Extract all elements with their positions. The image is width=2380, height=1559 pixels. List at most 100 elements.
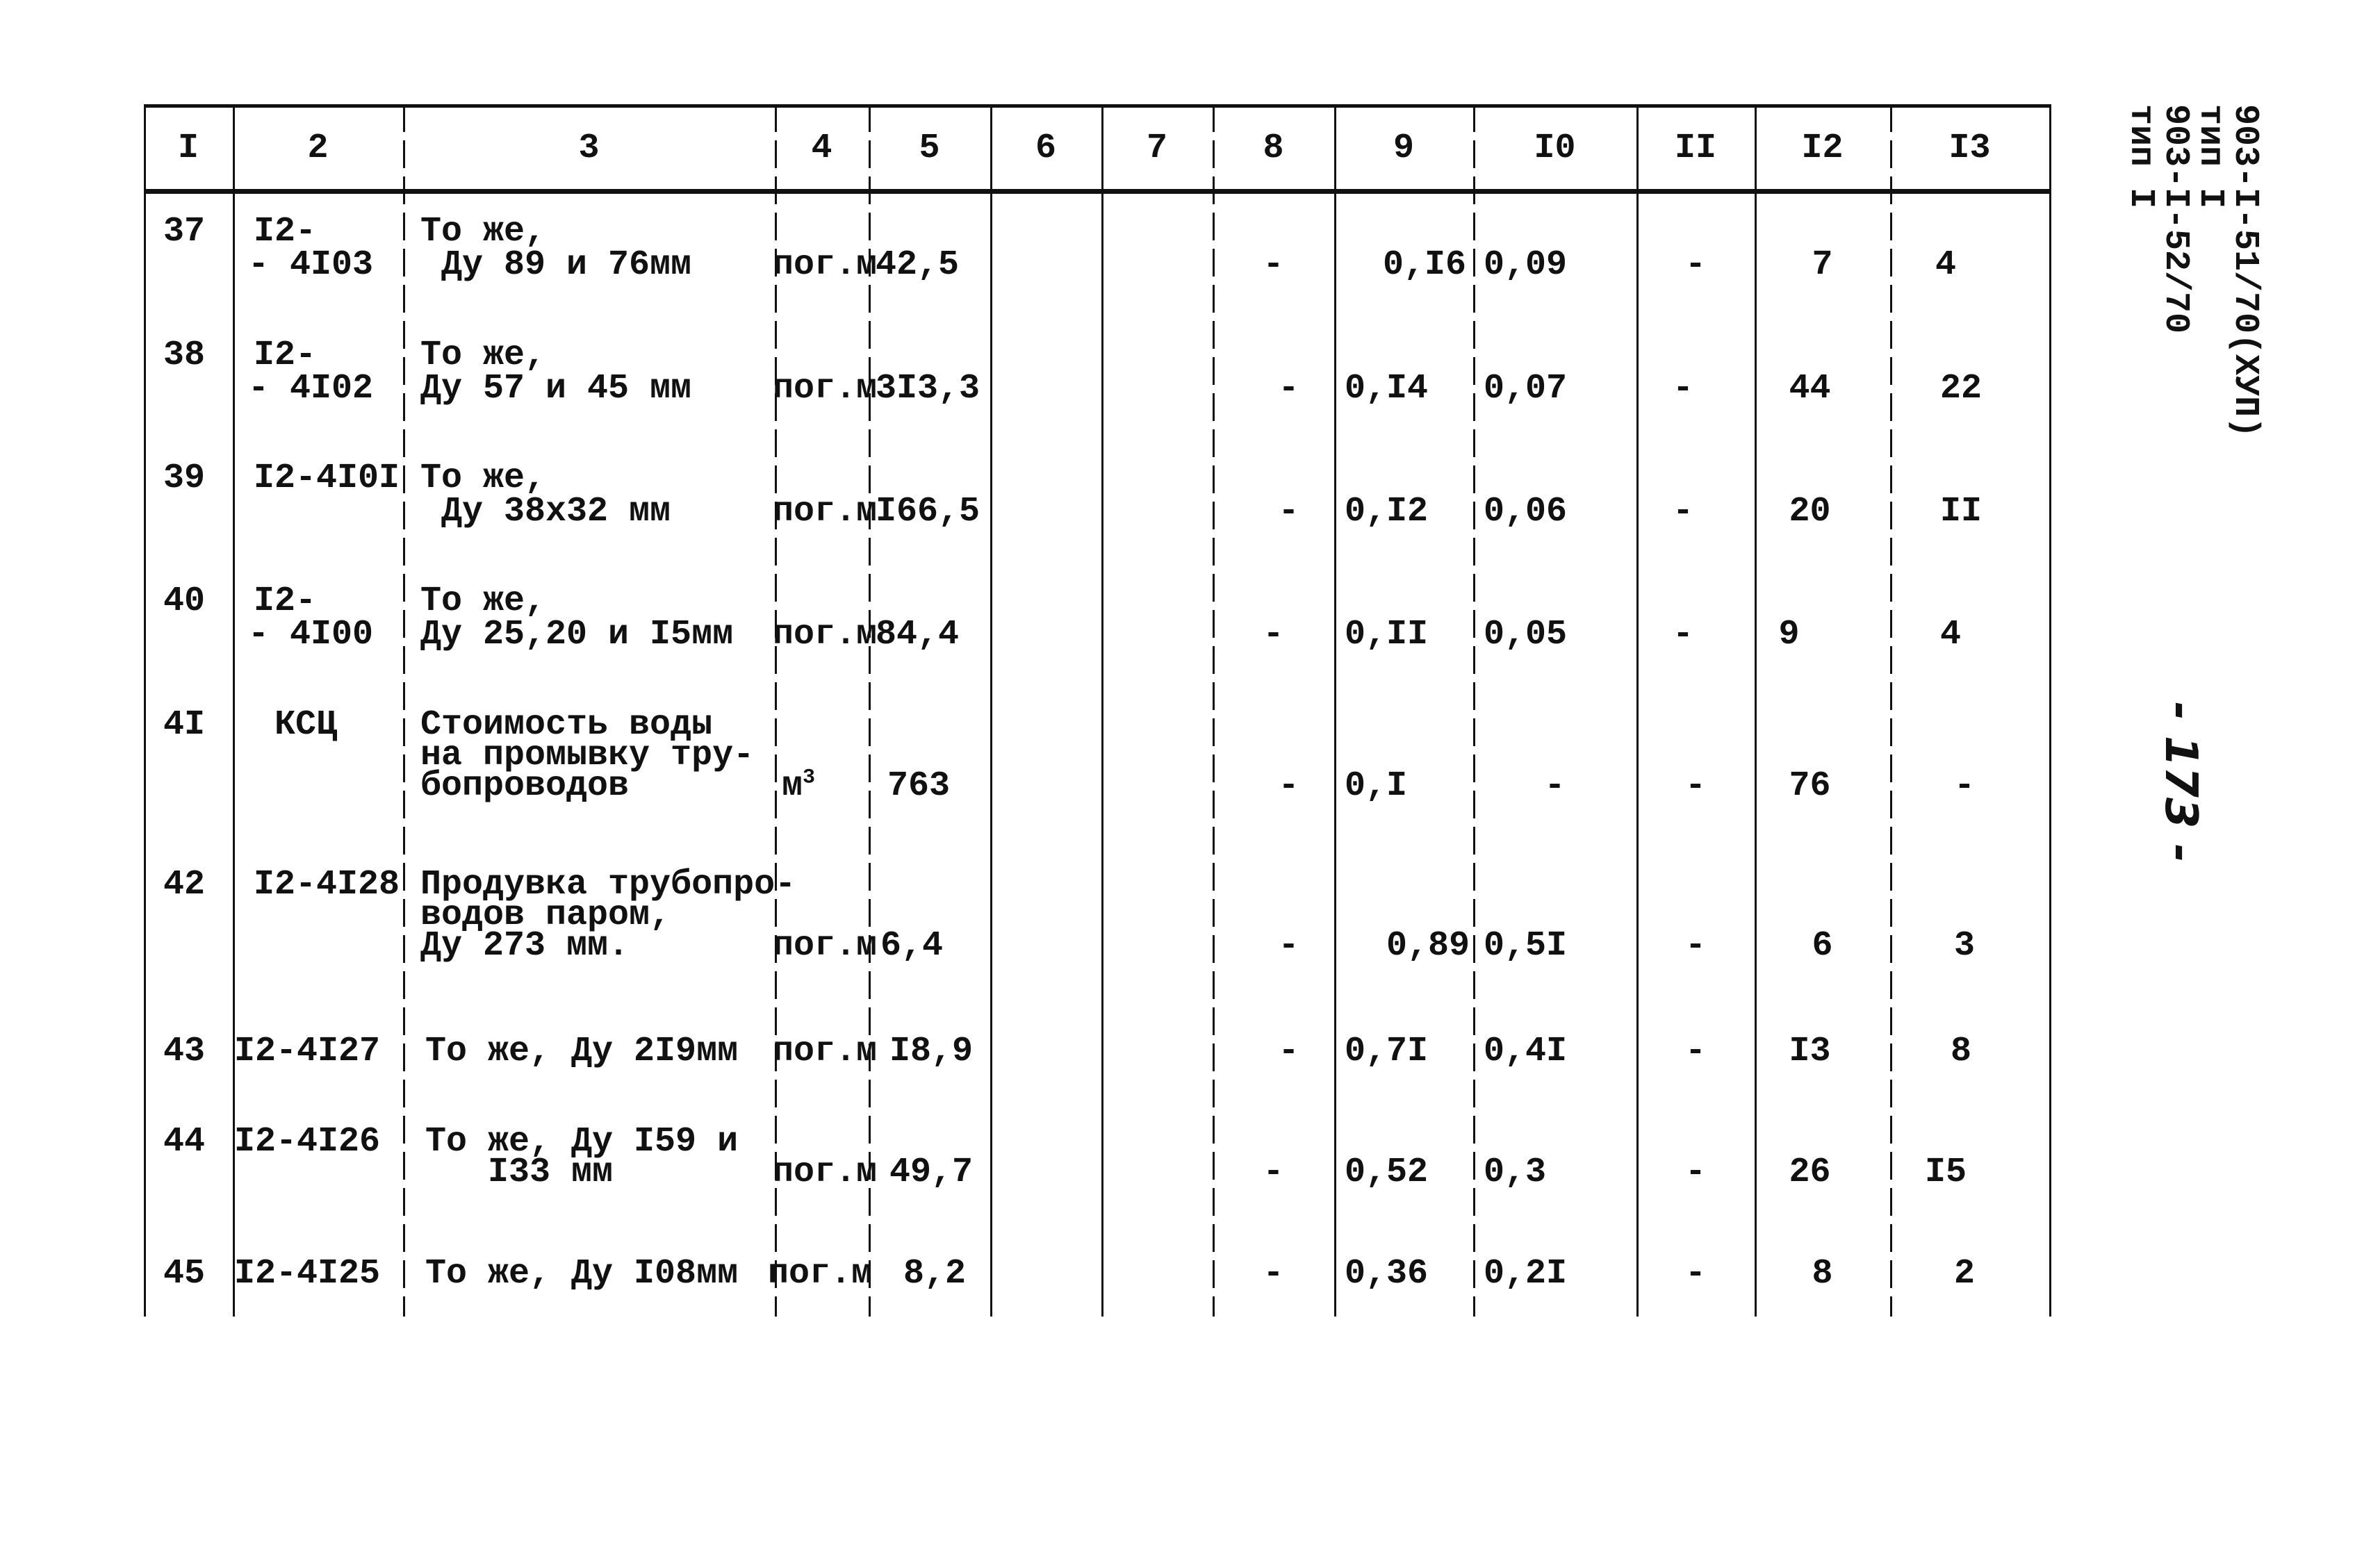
- row-description-line: То же,: [420, 581, 546, 621]
- column-divider: [1213, 104, 1215, 1317]
- row-col-10: 0,05: [1484, 615, 1568, 654]
- row-unit: пог.м: [773, 1032, 878, 1071]
- header-col-8: 8: [1263, 128, 1284, 168]
- row-col-12: 8: [1812, 1254, 1833, 1294]
- row-number: 40: [163, 581, 206, 621]
- row-number: 42: [163, 865, 206, 905]
- row-col-12: 26: [1789, 1153, 1831, 1192]
- row-col-10: 0,09: [1484, 245, 1568, 285]
- row-col-11: -: [1672, 369, 1693, 409]
- row-description-line: Ду 57 и 45 мм: [420, 369, 692, 409]
- row-code-line: I2-4I27: [234, 1032, 381, 1071]
- row-description-line: Ду 273 мм.: [420, 926, 630, 966]
- row-col-11: -: [1684, 766, 1706, 806]
- row-col-13: 22: [1939, 369, 1982, 409]
- row-col-8: -: [1263, 1153, 1284, 1192]
- row-code-line: КСЦ: [274, 705, 338, 745]
- row-col-13: 4: [1939, 615, 1961, 654]
- row-col-13: 3: [1953, 926, 1975, 966]
- column-divider: [990, 104, 992, 1317]
- row-code-line: I2-4I25: [234, 1254, 381, 1294]
- row-col-9: 0,I6: [1382, 245, 1466, 285]
- row-col-10: 0,06: [1484, 492, 1568, 531]
- header-col-1: I: [177, 128, 199, 168]
- estimate-table: I 2 3 4 5 6 7 8 9 I0 II I2 I3 37 I2- - 4…: [144, 104, 2051, 1317]
- row-col-12: 20: [1789, 492, 1831, 531]
- row-col-11: -: [1672, 492, 1693, 531]
- column-divider: [1755, 104, 1757, 1317]
- row-col-10: 0,4I: [1484, 1032, 1568, 1071]
- table-top-border: [144, 104, 2051, 108]
- row-description-line: бопроводов: [420, 766, 630, 806]
- row-quantity: 763: [887, 766, 951, 806]
- row-col-11: -: [1684, 1032, 1706, 1071]
- row-unit: м3: [782, 767, 815, 803]
- header-col-13: I3: [1948, 128, 1991, 168]
- header-col-3: 3: [578, 128, 600, 168]
- project-type-1: тип I: [2190, 104, 2230, 209]
- row-number: 44: [163, 1122, 206, 1162]
- row-col-9: 0,89: [1386, 926, 1470, 966]
- row-col-9: 0,36: [1345, 1254, 1429, 1294]
- row-col-13: II: [1939, 492, 1982, 531]
- row-quantity: 49,7: [889, 1153, 974, 1192]
- row-col-12: I3: [1789, 1032, 1831, 1071]
- row-number: 39: [163, 459, 206, 498]
- row-col-10: 0,07: [1484, 369, 1568, 409]
- row-col-13: -: [1953, 766, 1975, 806]
- row-col-8: -: [1278, 369, 1299, 409]
- row-description-line: I33 мм: [425, 1153, 614, 1192]
- row-col-9: 0,I: [1345, 766, 1408, 806]
- row-col-9: 0,7I: [1345, 1032, 1429, 1071]
- row-code-line: - 4I02: [248, 369, 374, 409]
- header-col-6: 6: [1035, 128, 1056, 168]
- row-description-line: Ду 89 и 76мм: [420, 245, 692, 285]
- column-divider: [1890, 104, 1892, 1317]
- row-col-9: 0,I2: [1345, 492, 1429, 531]
- row-code-line: I2-: [254, 212, 317, 251]
- row-col-12: 44: [1789, 369, 1831, 409]
- row-col-9: 0,52: [1345, 1153, 1429, 1192]
- column-divider: [2049, 104, 2051, 1317]
- row-col-8: -: [1278, 926, 1299, 966]
- row-col-8: -: [1263, 1254, 1284, 1294]
- column-divider: [869, 104, 871, 1317]
- row-quantity: I66,5: [876, 492, 980, 531]
- row-col-11: -: [1684, 1153, 1706, 1192]
- document-page: I 2 3 4 5 6 7 8 9 I0 II I2 I3 37 I2- - 4…: [0, 0, 2380, 1559]
- header-col-12: I2: [1801, 128, 1844, 168]
- row-col-10: -: [1544, 766, 1566, 806]
- row-col-9: 0,I4: [1345, 369, 1429, 409]
- row-number: 37: [163, 212, 206, 251]
- row-unit: пог.м: [773, 1153, 878, 1192]
- row-code-line: - 4I00: [248, 615, 374, 654]
- row-col-8: -: [1263, 245, 1284, 285]
- row-quantity: 6,4: [880, 926, 944, 966]
- project-type-2: тип I: [2121, 104, 2160, 209]
- header-col-5: 5: [919, 128, 940, 168]
- row-quantity: 3I3,3: [876, 369, 980, 409]
- column-divider: [1636, 104, 1639, 1317]
- row-col-12: 6: [1812, 926, 1833, 966]
- row-number: 38: [163, 336, 206, 375]
- row-number: 4I: [163, 705, 206, 745]
- row-unit: пог.м: [773, 245, 878, 285]
- row-col-11: -: [1684, 926, 1706, 966]
- row-col-10: 0,3: [1484, 1153, 1547, 1192]
- column-divider: [1334, 104, 1336, 1317]
- unit-superscript: 3: [803, 766, 816, 790]
- row-col-13: 8: [1950, 1032, 1971, 1071]
- column-divider: [403, 104, 405, 1317]
- row-code-line: I2-4I28: [254, 865, 400, 905]
- row-description-line: Ду 25,20 и I5мм: [420, 615, 734, 654]
- column-divider: [144, 104, 146, 1317]
- column-divider: [1101, 104, 1103, 1317]
- column-divider: [1473, 104, 1475, 1317]
- header-bottom-border: [144, 189, 2051, 194]
- column-divider: [775, 104, 777, 1317]
- header-col-11: II: [1674, 128, 1716, 168]
- row-col-12: 7: [1812, 245, 1833, 285]
- row-code-line: - 4I03: [248, 245, 374, 285]
- row-quantity: 8,2: [903, 1254, 967, 1294]
- row-col-12: 76: [1789, 766, 1831, 806]
